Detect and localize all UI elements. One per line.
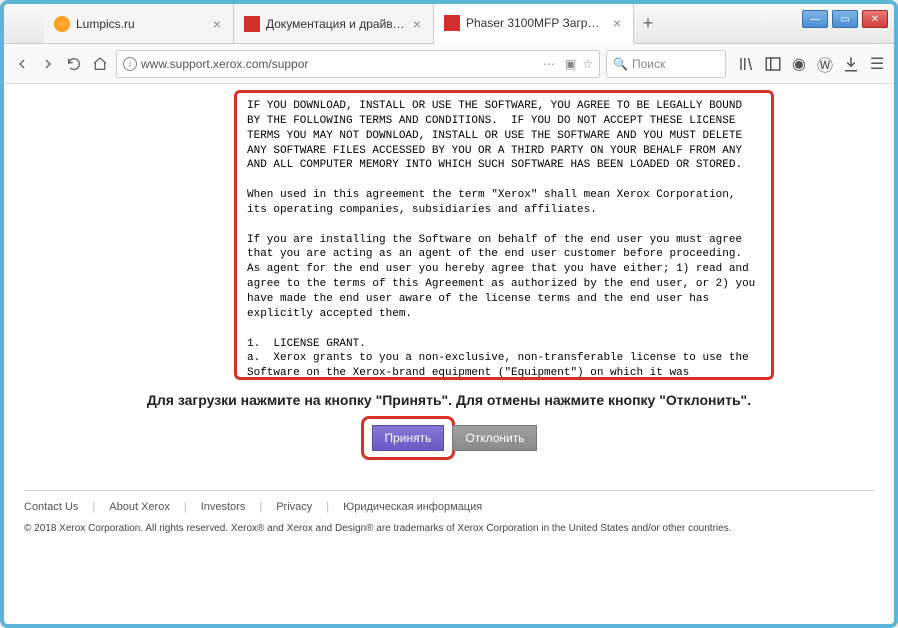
footer-link-investors[interactable]: Investors [201,501,246,513]
copyright-text: © 2018 Xerox Corporation. All rights res… [24,523,874,534]
page-content: IF YOU DOWNLOAD, INSTALL OR USE THE SOFT… [4,84,894,624]
tab-phaser-download[interactable]: Phaser 3100MFP Загрузка × [434,4,634,44]
bookmark-icon[interactable]: ☆ [582,57,593,71]
close-window-button[interactable]: ✕ [862,10,888,28]
new-tab-button[interactable]: + [634,4,662,43]
reload-button[interactable] [64,54,84,74]
close-icon[interactable]: × [411,16,423,32]
favicon-icon [244,16,260,32]
tab-lumpics[interactable]: Lumpics.ru × [44,4,234,43]
url-actions: ⋯ ▣ ☆ [539,57,593,71]
downloads-icon[interactable] [842,55,860,73]
tab-bar: Lumpics.ru × Документация и драйверы × P… [4,4,894,44]
footer-links: Contact Us | About Xerox | Investors | P… [24,501,874,513]
button-row: Принять Отклонить [24,416,874,460]
tab-title: Phaser 3100MFP Загрузка [466,16,605,30]
search-bar[interactable]: 🔍 Поиск [606,50,726,78]
back-button[interactable] [12,54,32,74]
address-bar[interactable]: i www.support.xerox.com/suppor ⋯ ▣ ☆ [116,50,600,78]
footer-link-contact[interactable]: Contact Us [24,501,78,513]
favicon-icon [444,15,460,31]
decline-button[interactable]: Отклонить [452,425,537,451]
search-icon: 🔍 [613,57,628,71]
close-icon[interactable]: × [611,15,623,31]
accept-button[interactable]: Принять [372,425,445,451]
license-text: IF YOU DOWNLOAD, INSTALL OR USE THE SOFT… [247,99,761,380]
more-icon[interactable]: ⋯ [539,57,559,71]
navigation-bar: i www.support.xerox.com/suppor ⋯ ▣ ☆ 🔍 П… [4,44,894,84]
url-text: www.support.xerox.com/suppor [141,57,308,71]
forward-button[interactable] [38,54,58,74]
menu-icon[interactable]: ☰ [868,55,886,73]
accept-highlight: Принять [361,416,456,460]
maximize-button[interactable]: ▭ [832,10,858,28]
extension-icon[interactable]: ◉ [790,55,808,73]
tab-title: Документация и драйверы [266,17,405,31]
extension-icon[interactable]: Ⓦ [816,55,834,73]
footer-link-about[interactable]: About Xerox [109,501,170,513]
library-icon[interactable] [738,55,756,73]
tab-title: Lumpics.ru [76,17,205,31]
footer-link-privacy[interactable]: Privacy [276,501,312,513]
search-placeholder: Поиск [632,57,665,71]
home-button[interactable] [90,54,110,74]
window-controls: — ▭ ✕ [802,10,888,28]
download-instruction: Для загрузки нажмите на кнопку "Принять"… [64,392,834,408]
tab-documentation[interactable]: Документация и драйверы × [234,4,434,43]
footer-link-legal[interactable]: Юридическая информация [343,501,482,513]
reader-icon[interactable]: ▣ [565,57,576,71]
site-info-icon[interactable]: i [123,57,137,71]
favicon-icon [54,16,70,32]
license-agreement-box: IF YOU DOWNLOAD, INSTALL OR USE THE SOFT… [234,90,774,380]
close-icon[interactable]: × [211,16,223,32]
minimize-button[interactable]: — [802,10,828,28]
browser-window: Lumpics.ru × Документация и драйверы × P… [0,0,898,628]
footer-separator [24,490,874,491]
toolbar-extensions: ◉ Ⓦ ☰ [732,55,886,73]
sidebar-icon[interactable] [764,55,782,73]
